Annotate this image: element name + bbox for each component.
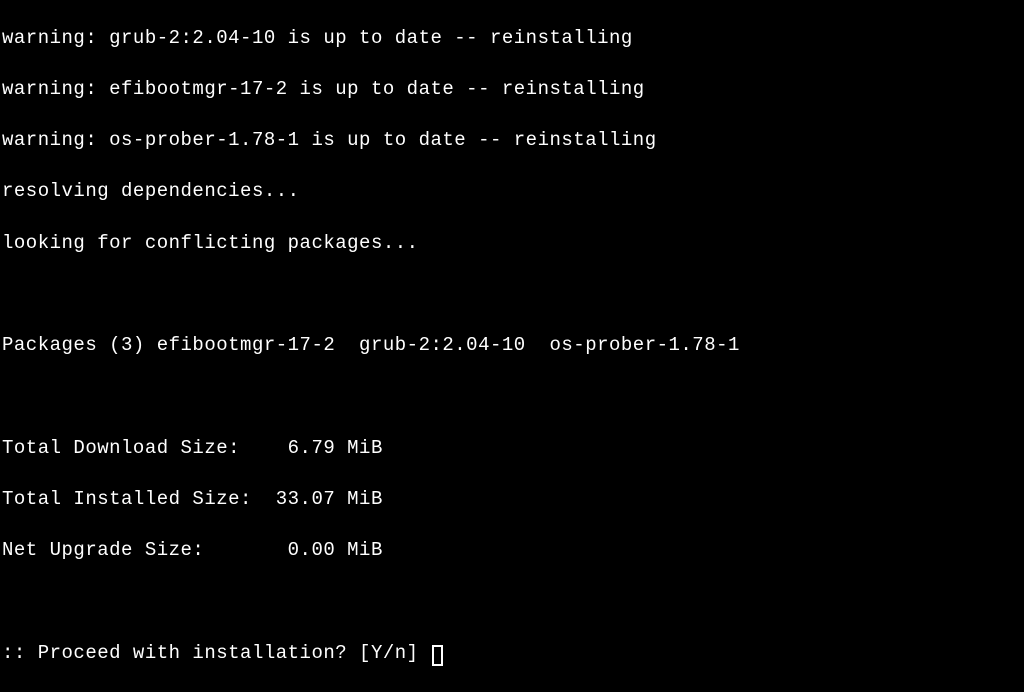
- blank-line: [2, 282, 1022, 308]
- warning-line: warning: os-prober-1.78-1 is up to date …: [2, 128, 1022, 154]
- cursor-icon: [432, 645, 443, 666]
- status-conflicts: looking for conflicting packages...: [2, 231, 1022, 257]
- total-download-size: Total Download Size: 6.79 MiB: [2, 436, 1022, 462]
- install-prompt-text: :: Proceed with installation? [Y/n]: [2, 641, 430, 667]
- total-installed-size: Total Installed Size: 33.07 MiB: [2, 487, 1022, 513]
- net-upgrade-size: Net Upgrade Size: 0.00 MiB: [2, 538, 1022, 564]
- status-resolving: resolving dependencies...: [2, 179, 1022, 205]
- warning-line: warning: grub-2:2.04-10 is up to date --…: [2, 26, 1022, 52]
- blank-line: [2, 385, 1022, 411]
- warning-line: warning: efibootmgr-17-2 is up to date -…: [2, 77, 1022, 103]
- install-prompt-line[interactable]: :: Proceed with installation? [Y/n]: [2, 641, 1022, 667]
- blank-line: [2, 590, 1022, 616]
- packages-summary: Packages (3) efibootmgr-17-2 grub-2:2.04…: [2, 333, 1022, 359]
- terminal-output: warning: grub-2:2.04-10 is up to date --…: [0, 0, 1024, 692]
